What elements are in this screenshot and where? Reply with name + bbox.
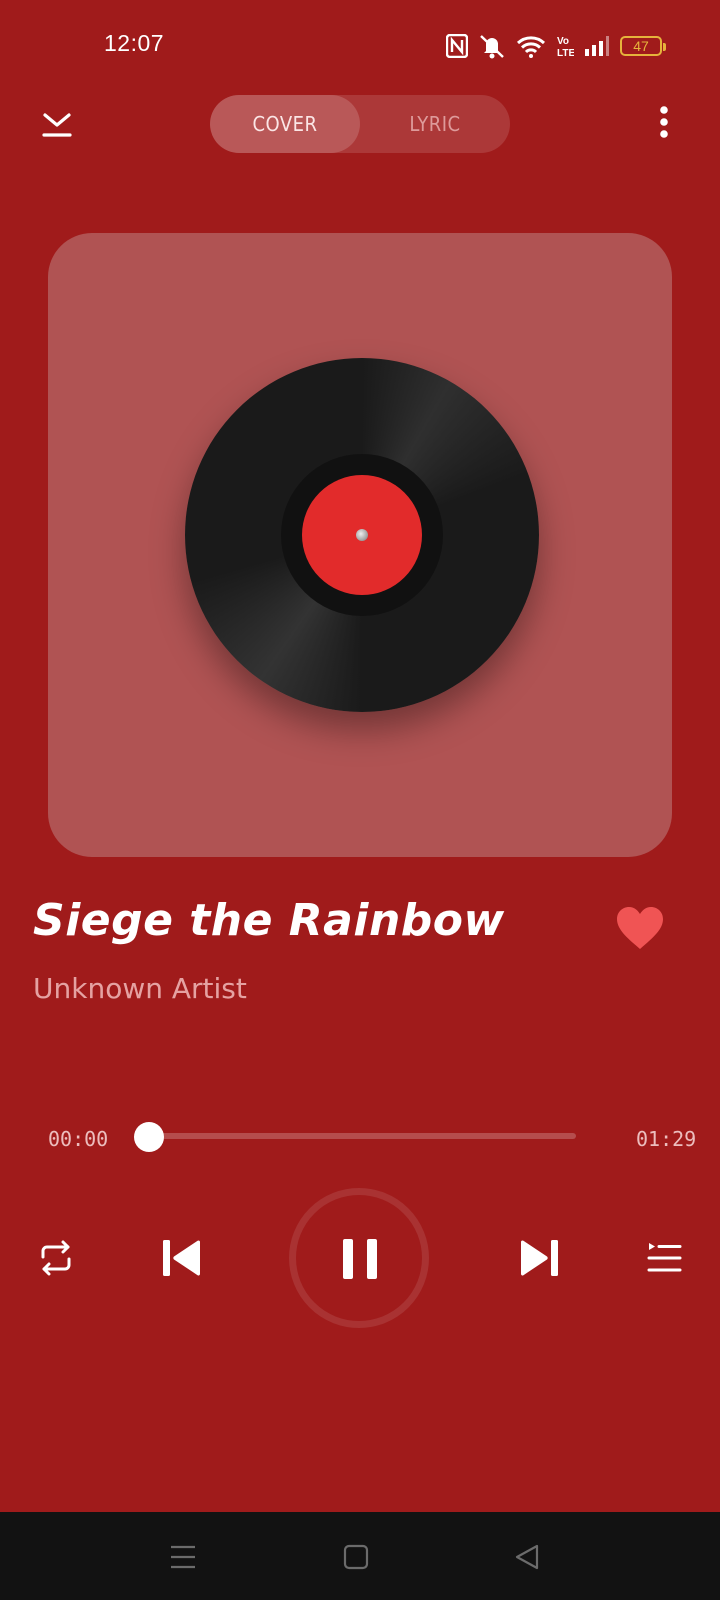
skip-next-icon [521,1240,558,1276]
nfc-icon [446,34,468,58]
queue-button[interactable] [646,1240,682,1276]
progress-bar[interactable] [149,1133,576,1139]
status-bar: 12:07 Vo LTE 47 [0,0,720,90]
status-time: 12:07 [104,30,165,56]
home-icon [343,1544,369,1570]
pause-button[interactable] [340,1237,380,1281]
song-title: Siege the Rainbow [33,895,505,946]
queue-icon [647,1243,682,1272]
vinyl-spindle [356,529,368,541]
song-artist[interactable]: Unknown Artist [33,972,247,1005]
back-button[interactable] [512,1542,542,1572]
collapse-button[interactable] [38,104,76,142]
vinyl-record-icon [185,358,539,712]
pause-icon [343,1239,377,1279]
view-tabs: COVER LYRIC [210,95,510,153]
volte-icon: Vo LTE [557,36,574,59]
home-button[interactable] [341,1542,371,1572]
next-button[interactable] [518,1238,560,1278]
skip-previous-icon [163,1240,200,1276]
heart-icon [617,907,663,949]
total-time: 01:29 [636,1127,697,1151]
battery-level: 47 [633,38,649,54]
battery-icon: 47 [620,36,666,56]
status-icons: Vo LTE 47 [446,33,666,59]
system-nav-bar [0,1512,720,1600]
wifi-icon [516,36,546,58]
more-vertical-icon [660,106,668,138]
bell-muted-icon [480,35,504,59]
recent-apps-button[interactable] [168,1542,198,1572]
current-time: 00:00 [48,1127,109,1151]
more-options-button[interactable] [650,102,678,146]
progress-thumb[interactable] [134,1122,164,1152]
chevron-down-icon [42,113,72,137]
repeat-icon [41,1240,71,1276]
menu-icon [171,1545,195,1569]
svg-text:LTE: LTE [557,48,574,59]
favorite-button[interactable] [614,904,666,952]
repeat-button[interactable] [37,1238,75,1278]
tab-lyric[interactable]: LYRIC [360,95,510,153]
back-icon [515,1544,539,1570]
signal-icon [585,36,609,56]
svg-text:Vo: Vo [557,36,569,47]
tab-cover[interactable]: COVER [210,95,360,153]
previous-button[interactable] [161,1238,203,1278]
